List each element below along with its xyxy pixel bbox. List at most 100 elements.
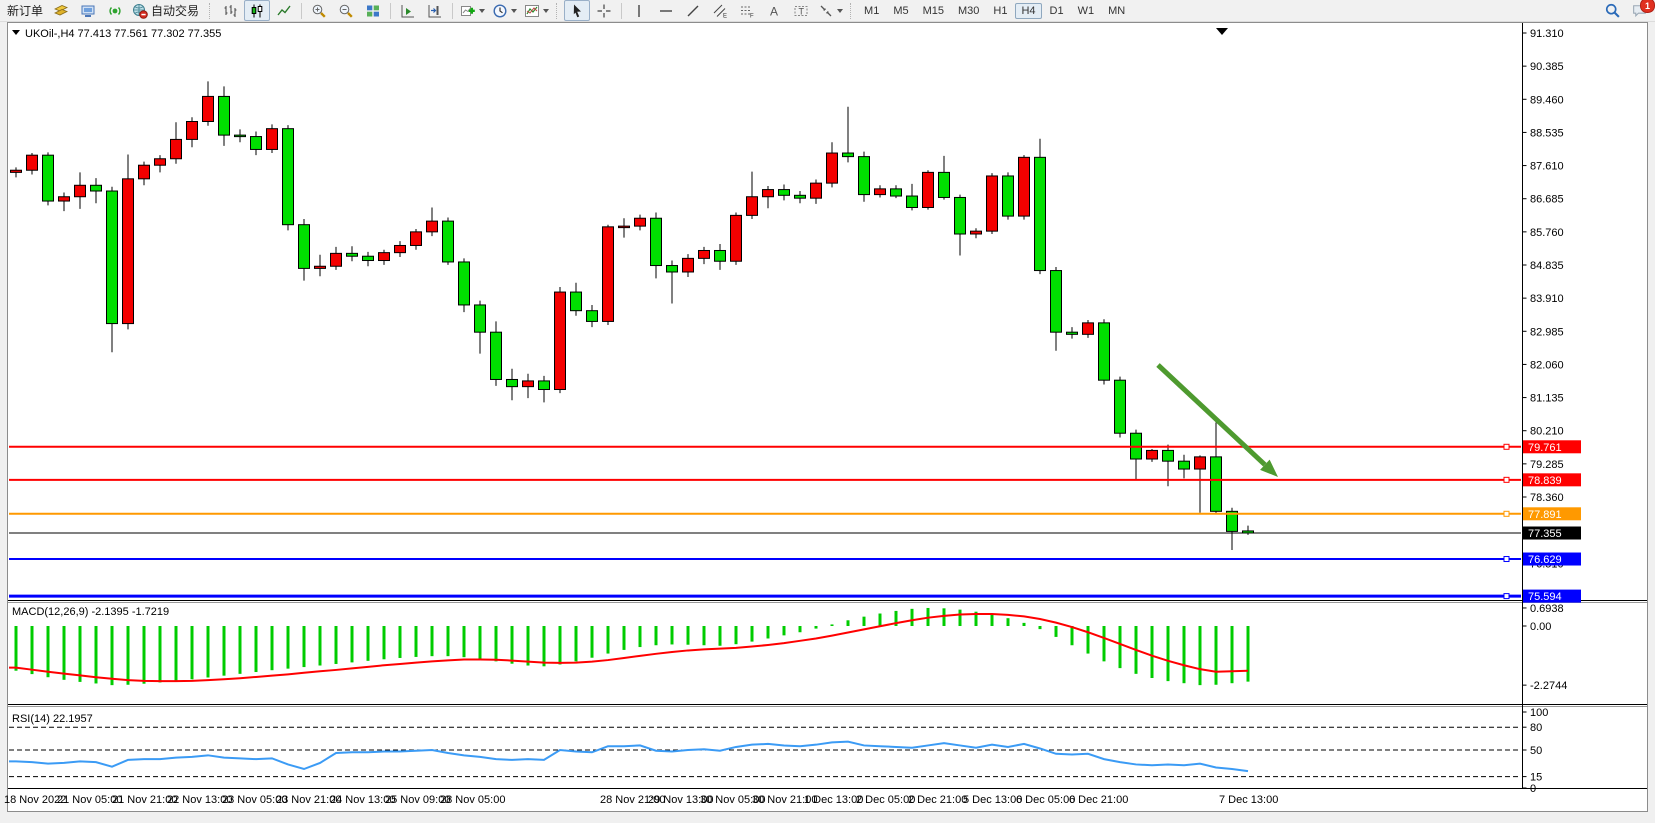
svg-text:82.060: 82.060 (1530, 359, 1564, 371)
time-label: 2 Dec 05:00 (856, 794, 915, 806)
svg-text:0: 0 (1530, 783, 1536, 795)
dropdown-arrow-icon (479, 9, 485, 13)
down-candle (1211, 457, 1222, 511)
hline-handle[interactable] (1504, 477, 1509, 482)
up-candle (971, 231, 982, 234)
new-order-button[interactable]: 新订单 (3, 0, 47, 21)
timeframe-group: M1M5M15M30H1H4D1W1MN (858, 3, 1131, 19)
down-candle (219, 96, 230, 135)
down-candle (587, 311, 598, 322)
svg-text:-2.2744: -2.2744 (1530, 680, 1567, 692)
status-strip (0, 812, 1655, 823)
up-candle (75, 185, 86, 196)
time-label: 5 Dec 13:00 (963, 794, 1022, 806)
hline-handle[interactable] (1504, 594, 1509, 599)
arrows-icon[interactable] (815, 0, 846, 21)
search-icon[interactable] (1599, 0, 1625, 21)
up-candle (267, 129, 278, 150)
svg-text:15: 15 (1530, 772, 1542, 784)
auto-trading-button[interactable]: 自动交易 (129, 0, 205, 21)
line-chart-icon[interactable] (271, 0, 297, 21)
equidistant-channel-icon[interactable]: E (707, 0, 733, 21)
svg-text:87.610: 87.610 (1530, 161, 1564, 173)
timeframe-h1[interactable]: H1 (987, 3, 1013, 19)
periods-icon[interactable] (489, 0, 520, 21)
up-candle (427, 221, 438, 232)
up-candle (1083, 323, 1094, 334)
down-candle (491, 332, 502, 379)
text-label-icon[interactable]: T (788, 0, 814, 21)
toolbar-separator (621, 3, 622, 19)
crosshair-icon[interactable] (591, 0, 617, 21)
timeframe-h4[interactable]: H4 (1015, 3, 1041, 19)
sticky-notes-icon[interactable] (48, 0, 74, 21)
timeframe-m5[interactable]: M5 (887, 3, 914, 19)
timeframe-m30[interactable]: M30 (952, 3, 985, 19)
hline-handle[interactable] (1504, 557, 1509, 562)
svg-text:85.760: 85.760 (1530, 227, 1564, 239)
vertical-line-icon[interactable] (626, 0, 652, 21)
down-candle (891, 189, 902, 196)
auto-scroll-icon[interactable] (395, 0, 421, 21)
down-candle (779, 190, 790, 196)
up-candle (1195, 457, 1206, 469)
symbol-ohlc-text: UKOil-,H4 77.413 77.561 77.302 77.355 (25, 28, 221, 40)
signal-icon[interactable] (102, 0, 128, 21)
up-candle (1019, 157, 1030, 216)
timeframe-w1[interactable]: W1 (1072, 3, 1101, 19)
chat-icon[interactable]: 1 (1626, 0, 1652, 21)
toolbar-grip (850, 3, 854, 19)
terminal-icon[interactable] (75, 0, 101, 21)
fibonacci-icon[interactable]: F (734, 0, 760, 21)
tile-windows-icon[interactable] (360, 0, 386, 21)
svg-text:81.135: 81.135 (1530, 393, 1564, 405)
svg-text:82.985: 82.985 (1530, 326, 1564, 338)
svg-text:0.00: 0.00 (1530, 621, 1551, 633)
up-candle (555, 292, 566, 389)
down-candle (507, 379, 518, 386)
cursor-icon[interactable] (564, 0, 590, 21)
up-candle (603, 227, 614, 322)
down-candle (283, 129, 294, 225)
price-label: 79.761 (1528, 442, 1562, 454)
chart-shift-icon[interactable] (422, 0, 448, 21)
zoom-in-icon[interactable] (306, 0, 332, 21)
svg-text:83.910: 83.910 (1530, 293, 1564, 305)
timeframe-mn[interactable]: MN (1102, 3, 1131, 19)
timeframe-d1[interactable]: D1 (1044, 3, 1070, 19)
svg-text:90.385: 90.385 (1530, 61, 1564, 73)
down-candle (715, 250, 726, 261)
price-label: 78.839 (1528, 475, 1562, 487)
up-candle (331, 253, 342, 266)
down-candle (251, 137, 262, 150)
timeframe-m1[interactable]: M1 (858, 3, 885, 19)
up-candle (395, 245, 406, 252)
time-label: 6 Dec 05:00 (1016, 794, 1075, 806)
down-candle (235, 135, 246, 137)
chart-area[interactable]: 91.31090.38589.46088.53587.61086.68585.7… (0, 22, 1655, 823)
zoom-out-icon[interactable] (333, 0, 359, 21)
up-candle (171, 139, 182, 158)
indicators-add-icon[interactable] (457, 0, 488, 21)
down-candle (939, 172, 950, 197)
timeframe-m15[interactable]: M15 (917, 3, 950, 19)
up-candle (635, 218, 646, 226)
text-a-glyph: A (770, 4, 778, 18)
time-label: 7 Dec 13:00 (1219, 794, 1278, 806)
down-candle (1051, 271, 1062, 333)
hline-handle[interactable] (1504, 511, 1509, 516)
trendline-icon[interactable] (680, 0, 706, 21)
candlestick-chart-icon[interactable] (244, 0, 270, 21)
time-axis: 18 Nov 202221 Nov 05:0021 Nov 21:0022 No… (4, 794, 1278, 806)
hline-handle[interactable] (1504, 444, 1509, 449)
down-candle (1115, 380, 1126, 433)
templates-icon[interactable] (521, 0, 552, 21)
up-candle (27, 155, 38, 170)
horizontal-line-icon[interactable] (653, 0, 679, 21)
down-candle (1003, 176, 1014, 216)
chart-title: UKOil-,H4 77.413 77.561 77.302 77.355 (12, 28, 221, 40)
fibonacci-glyph: F (750, 13, 754, 19)
text-icon[interactable]: A (761, 0, 787, 21)
bar-chart-icon[interactable] (217, 0, 243, 21)
up-candle (827, 153, 838, 183)
